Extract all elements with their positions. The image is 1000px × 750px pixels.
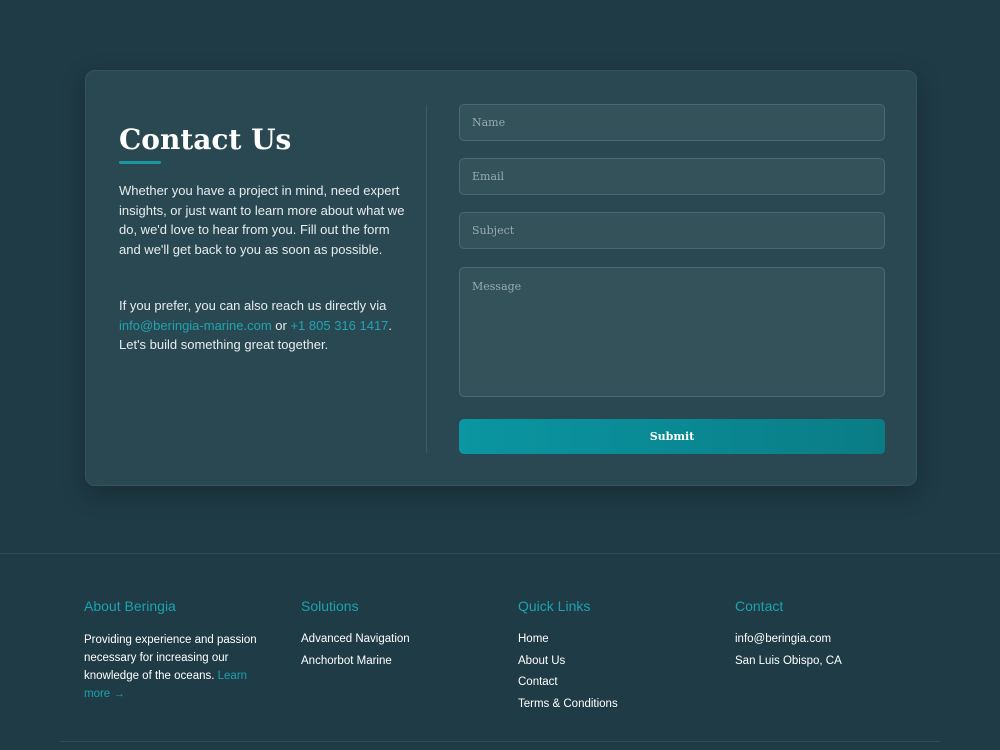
footer-about-heading: About Beringia (84, 598, 176, 614)
footer-link-home[interactable]: Home (518, 629, 718, 651)
footer-contact: Contact info@beringia.com San Luis Obisp… (735, 598, 935, 672)
contact-reach: If you prefer, you can also reach us dir… (119, 296, 409, 355)
footer-quick-links-heading: Quick Links (518, 598, 591, 614)
footer-divider (0, 553, 1000, 554)
footer-contact-heading: Contact (735, 598, 784, 614)
footer-solutions-link[interactable]: Advanced Navigation (301, 629, 501, 651)
footer-quick-links: Quick Links Home About Us Contact Terms … (518, 598, 718, 715)
footer-link-terms[interactable]: Terms & Conditions (518, 694, 718, 716)
name-input[interactable] (459, 104, 885, 141)
email-input[interactable] (459, 158, 885, 195)
footer-solutions-heading: Solutions (301, 598, 359, 614)
footer-about: About Beringia Providing experience and … (84, 598, 284, 703)
footer-link-contact[interactable]: Contact (518, 672, 718, 694)
reach-or: or (271, 317, 291, 333)
submit-button[interactable]: Submit (459, 419, 885, 454)
footer-solutions: Solutions Advanced Navigation Anchorbot … (301, 598, 501, 672)
subject-input[interactable] (459, 212, 885, 249)
title-underline (119, 161, 161, 164)
card-divider (426, 105, 427, 453)
reach-prefix: If you prefer, you can also reach us dir… (119, 298, 387, 313)
contact-phone-link[interactable]: +1 805 316 1417 (290, 318, 388, 333)
page-title: Contact Us (119, 123, 292, 156)
contact-intro: Whether you have a project in mind, need… (119, 183, 405, 257)
footer-solutions-link[interactable]: Anchorbot Marine (301, 651, 501, 673)
message-textarea[interactable] (459, 267, 885, 397)
footer-link-about[interactable]: About Us (518, 651, 718, 673)
contact-card: Contact Us Whether you have a project in… (85, 70, 917, 486)
footer-about-text-block: Providing experience and passion necessa… (84, 631, 274, 703)
footer-contact-location: San Luis Obispo, CA (735, 654, 842, 667)
contact-email-link[interactable]: info@beringia-marine.com (119, 318, 272, 333)
footer-bottom-divider (60, 741, 940, 742)
footer-contact-email[interactable]: info@beringia.com (735, 629, 935, 651)
